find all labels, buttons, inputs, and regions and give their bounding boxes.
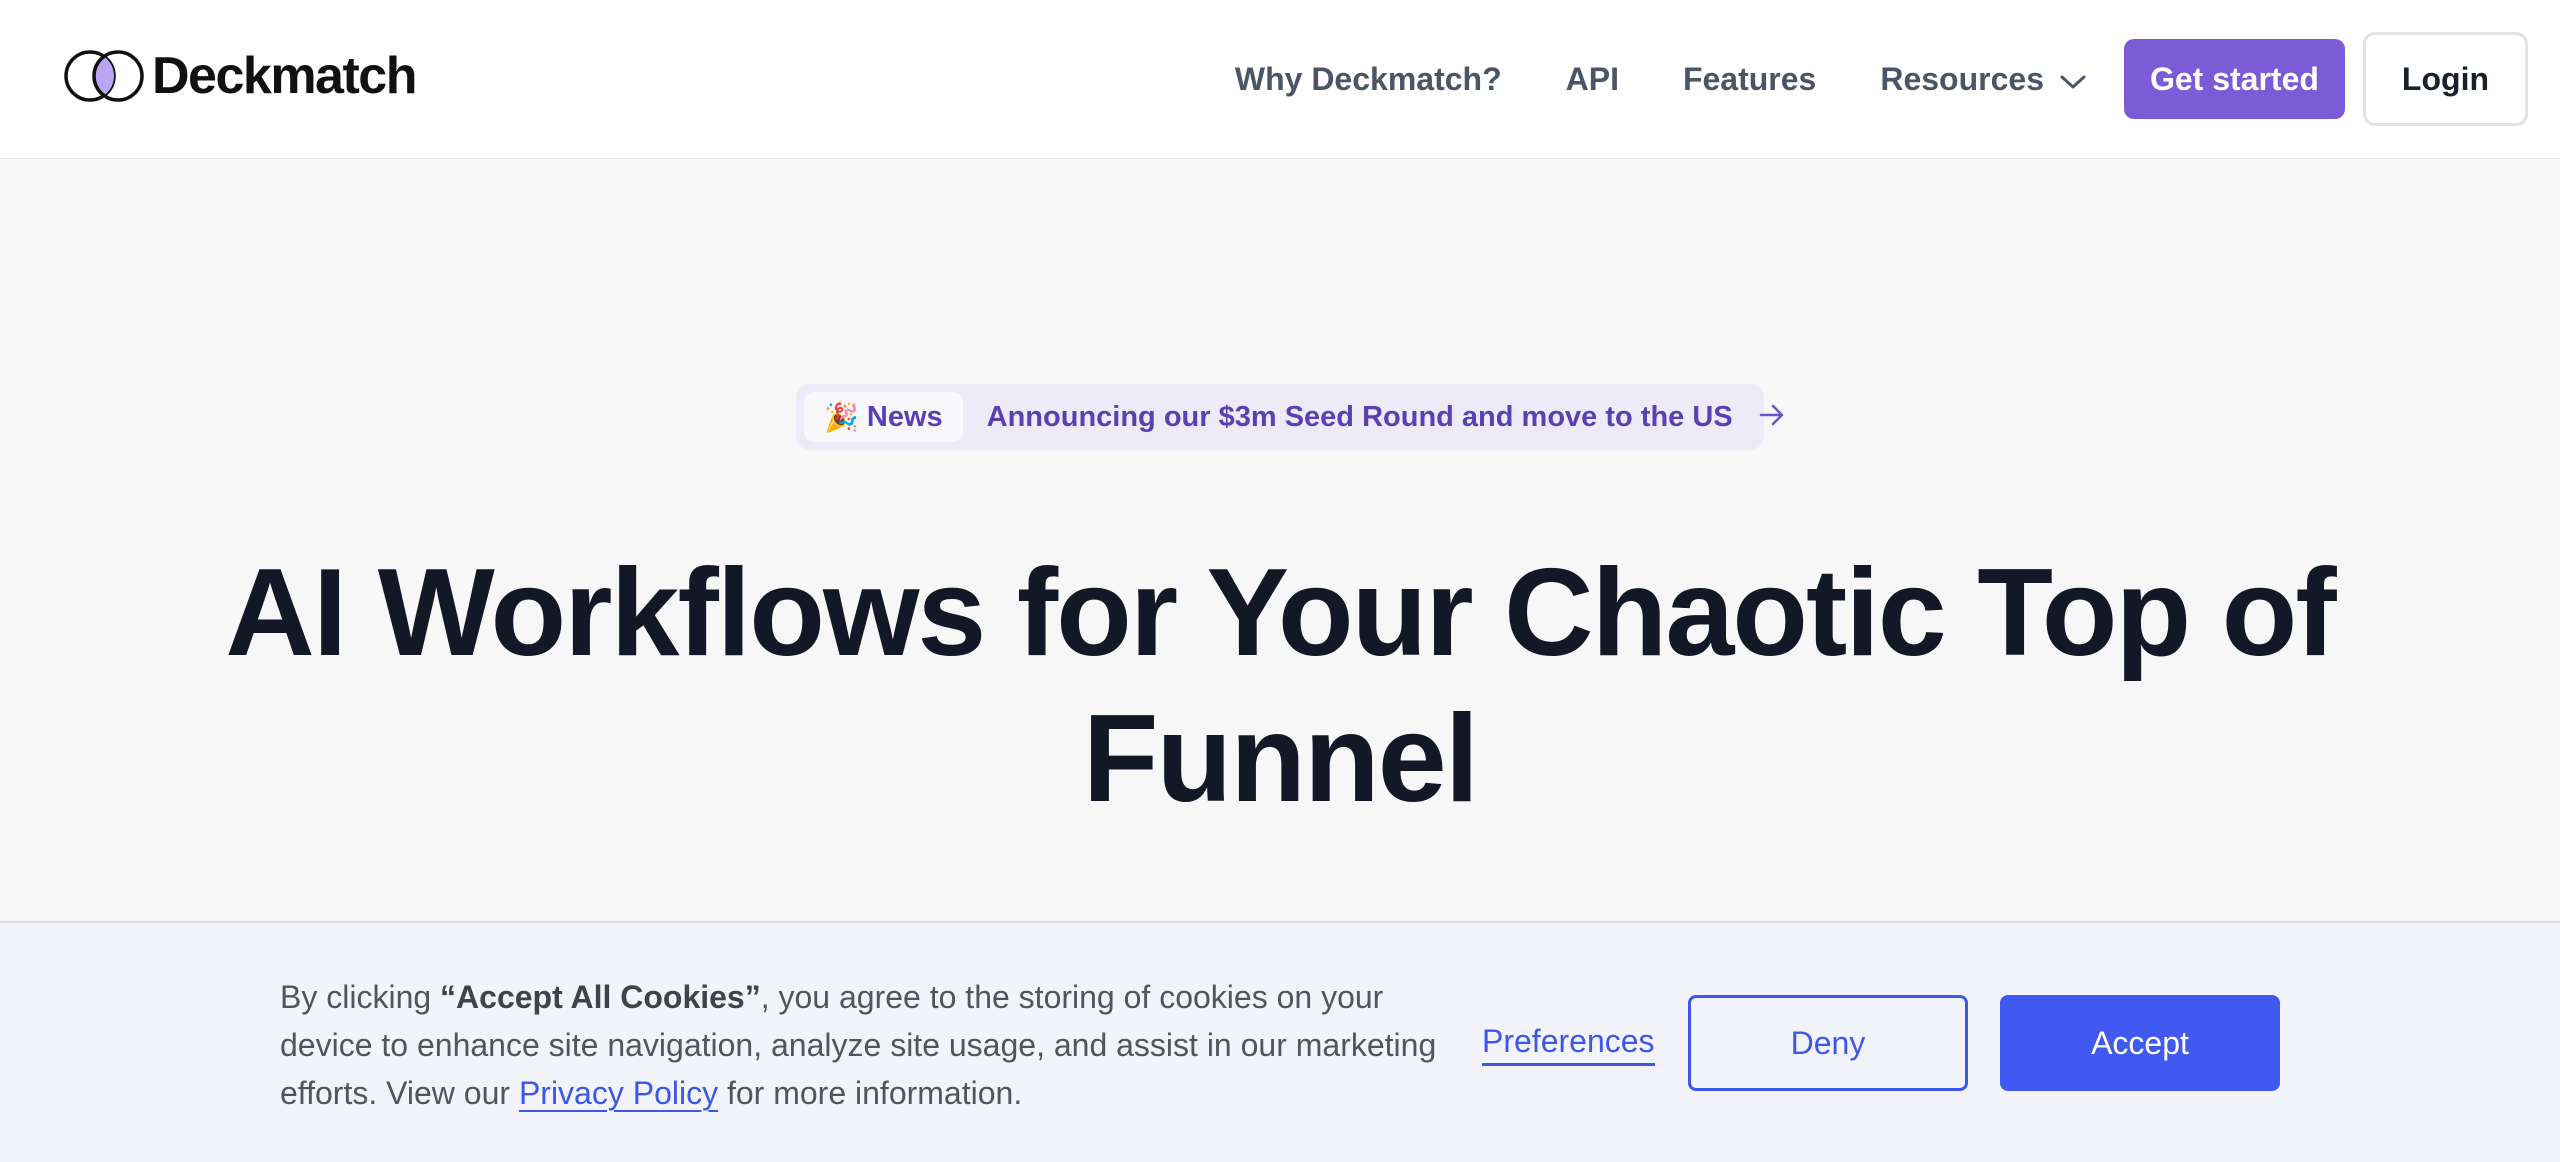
arrow-right-icon [1759, 404, 1785, 431]
nav-resources-dropdown[interactable]: Resources [1880, 59, 2086, 99]
main-nav: Why Deckmatch? API Features Resources Ge… [1235, 32, 2528, 126]
privacy-policy-link[interactable]: Privacy Policy [519, 1075, 718, 1111]
news-tag: 🎉 News [804, 392, 963, 442]
accept-button[interactable]: Accept [2000, 995, 2280, 1091]
nav-why-deckmatch[interactable]: Why Deckmatch? [1235, 59, 1502, 99]
news-announcement-pill[interactable]: 🎉 News Announcing our $3m Seed Round and… [796, 384, 1783, 450]
cookie-text-before: By clicking [280, 979, 441, 1015]
news-tag-label: News [866, 400, 943, 433]
cookie-text-after: for more information. [718, 1075, 1023, 1111]
deny-button[interactable]: Deny [1688, 995, 1968, 1091]
nav-features[interactable]: Features [1683, 59, 1816, 99]
deckmatch-logo-icon [64, 50, 144, 102]
nav-api[interactable]: API [1566, 59, 1619, 99]
site-header: Deckmatch Why Deckmatch? API Features Re… [0, 0, 2560, 159]
brand-logo[interactable]: Deckmatch [64, 44, 417, 108]
get-started-button[interactable]: Get started [2123, 39, 2345, 119]
cookie-message: By clicking “Accept All Cookies”, you ag… [280, 973, 1440, 1117]
preferences-link[interactable]: Preferences [1482, 1023, 1655, 1066]
brand-name: Deckmatch [152, 47, 417, 105]
login-button[interactable]: Login [2362, 32, 2528, 126]
hero-title: AI Workflows for Your Chaotic Top of Fun… [225, 544, 2336, 828]
party-popper-icon: 🎉 [824, 401, 859, 433]
cookie-banner: By clicking “Accept All Cookies”, you ag… [0, 921, 2560, 1162]
cookie-text-bold: “Accept All Cookies” [440, 979, 761, 1015]
news-text: Announcing our $3m Seed Round and move t… [986, 400, 1733, 433]
chevron-down-icon [2060, 59, 2086, 99]
nav-resources-label: Resources [1880, 61, 2044, 97]
